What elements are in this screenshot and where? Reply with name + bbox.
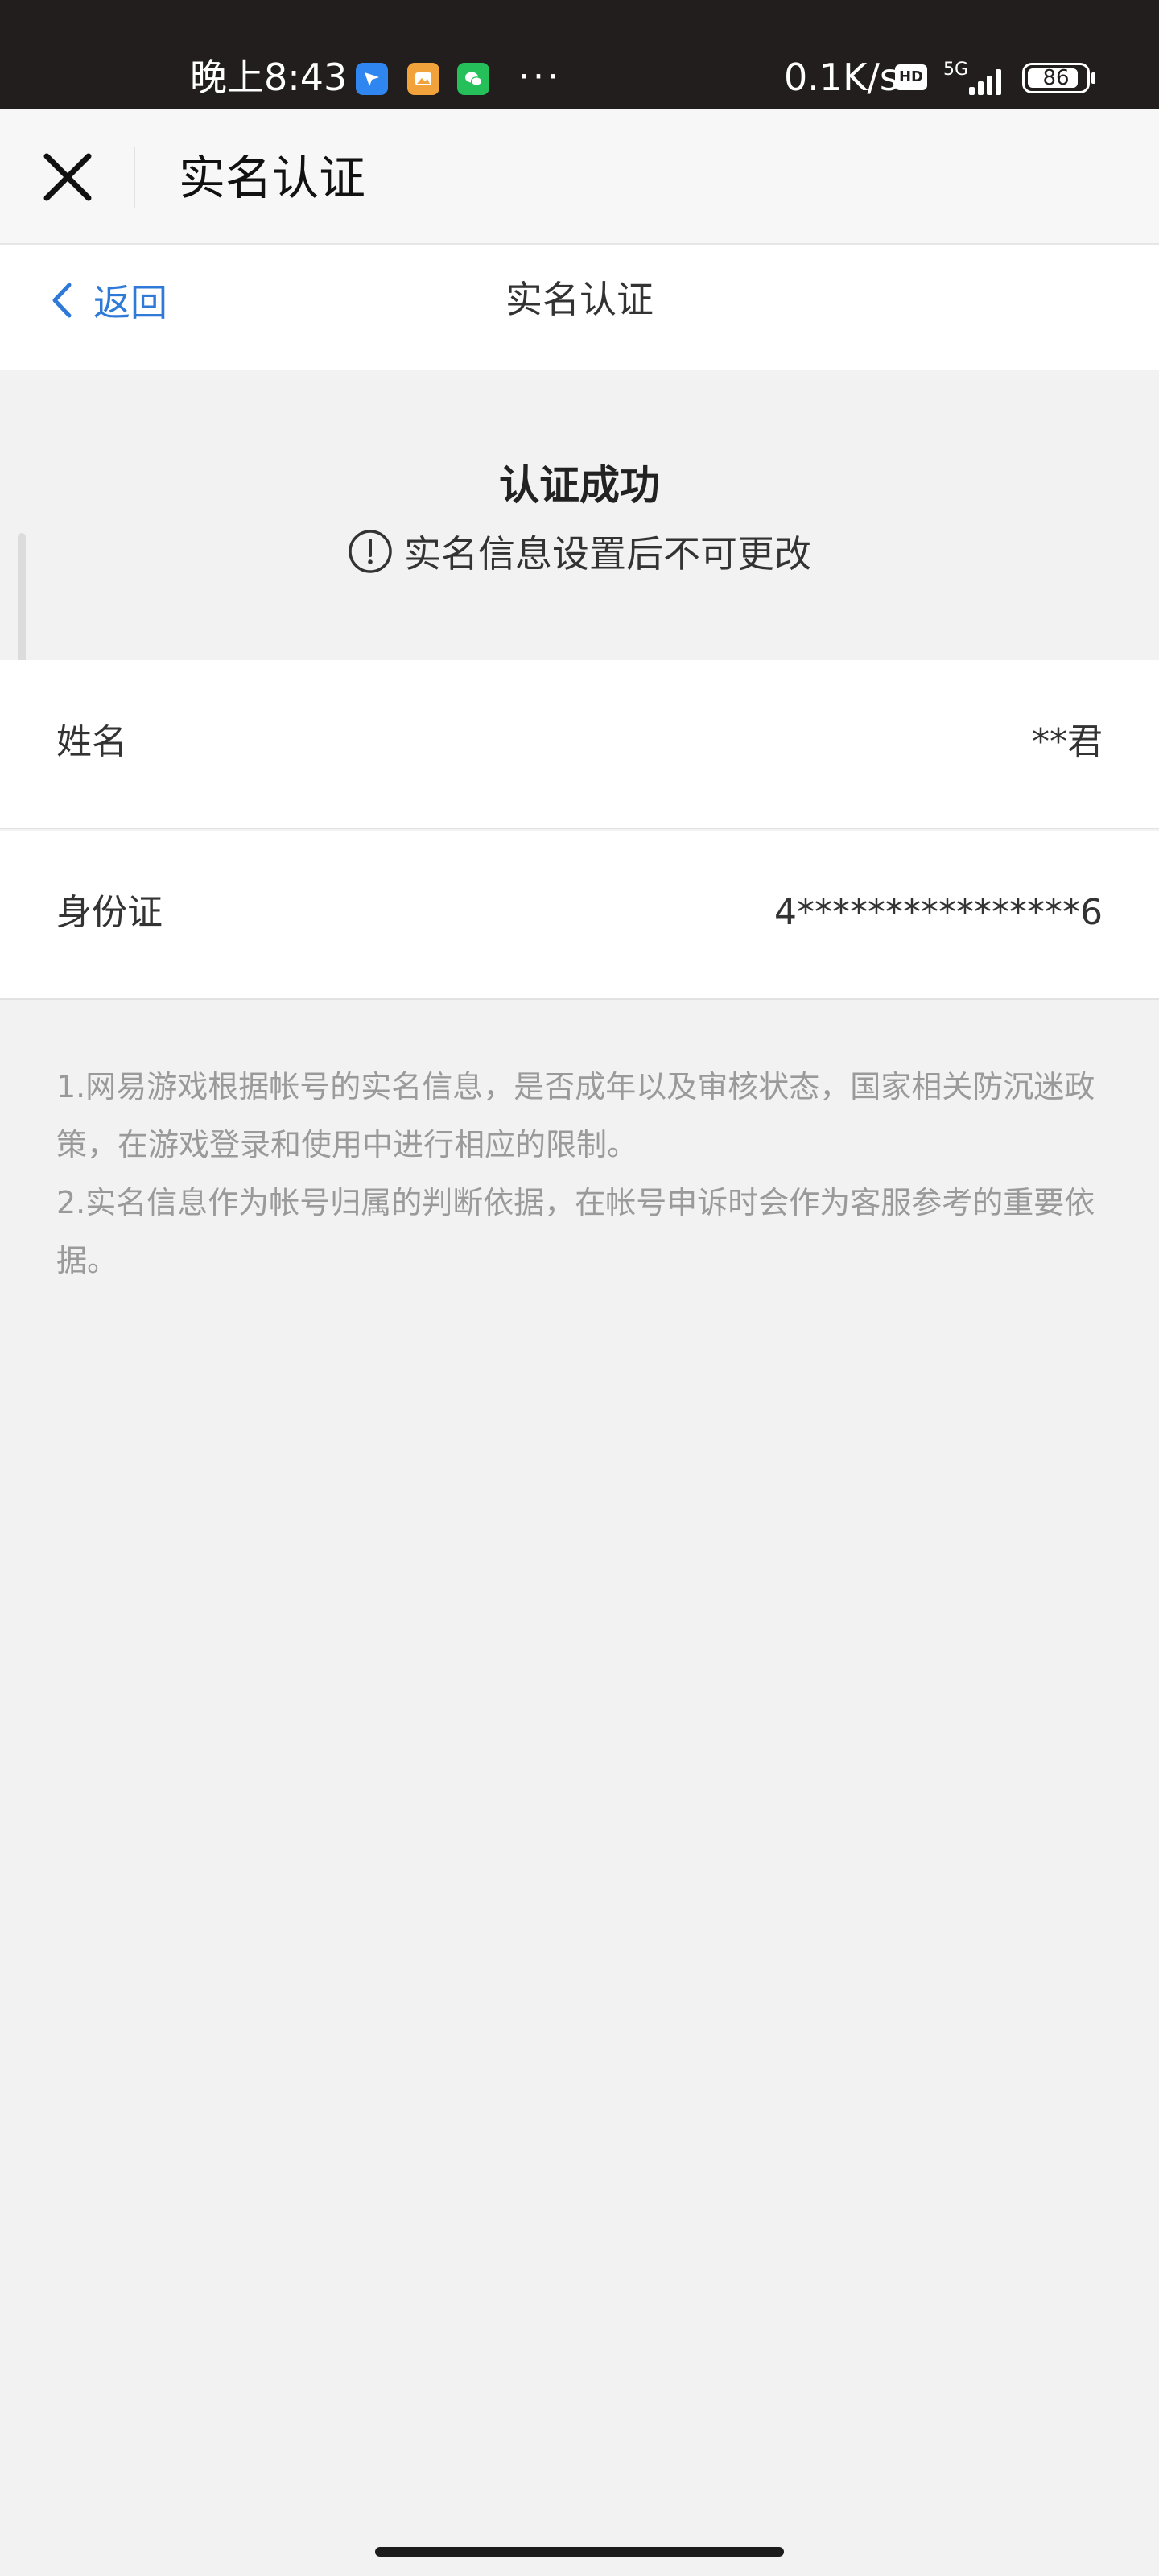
network-speed: 0.1K/s	[784, 56, 899, 99]
gallery-icon	[407, 63, 439, 95]
home-indicator[interactable]	[375, 2547, 784, 2557]
close-button[interactable]	[35, 145, 100, 209]
battery-level: 86	[1042, 66, 1070, 90]
window-title: 实名认证	[179, 151, 366, 205]
note-item: 2.实名信息作为帐号归属的判断依据，在帐号申诉时会作为客服参考的重要依据。	[56, 1185, 1095, 1278]
success-note: 实名信息设置后不可更改	[0, 525, 1159, 578]
close-icon	[43, 153, 92, 201]
title-divider	[134, 147, 135, 208]
success-title: 认证成功	[499, 462, 660, 509]
more-notifications-icon: ···	[518, 56, 562, 97]
verification-result: 认证成功 实名信息设置后不可更改	[0, 370, 1159, 660]
id-card-label: 身份证	[56, 892, 163, 933]
battery-icon: 86	[1022, 63, 1090, 93]
note-item: 1.网易游戏根据帐号的实名信息，是否成年以及审核状态，国家相关防沉迷政策，在游戏…	[56, 1069, 1095, 1162]
id-card-value: 4****************6	[774, 892, 1103, 933]
title-bar: 实名认证	[0, 109, 1159, 245]
wechat-icon	[457, 63, 489, 95]
nav-bar: 返回 实名认证	[0, 245, 1159, 370]
name-value: **君	[1032, 721, 1103, 762]
status-time: 晚上8:43	[190, 56, 348, 99]
status-bar: 晚上8:43 ··· 0.1K/s HD 5G 86	[0, 0, 1159, 109]
feishu-icon	[356, 63, 388, 95]
note-text: 实名信息设置后不可更改	[404, 532, 811, 576]
signal-icon	[963, 63, 1008, 95]
page-title: 实名认证	[505, 278, 654, 321]
id-card-row: 身份证 4****************6	[0, 831, 1159, 1000]
notes: 1.网易游戏根据帐号的实名信息，是否成年以及审核状态，国家相关防沉迷政策，在游戏…	[56, 1058, 1103, 1290]
hd-icon: HD	[895, 64, 927, 90]
exclamation-circle-icon	[349, 530, 392, 573]
name-row: 姓名 **君	[0, 660, 1159, 829]
name-label: 姓名	[56, 721, 127, 762]
battery-tip	[1091, 72, 1095, 84]
